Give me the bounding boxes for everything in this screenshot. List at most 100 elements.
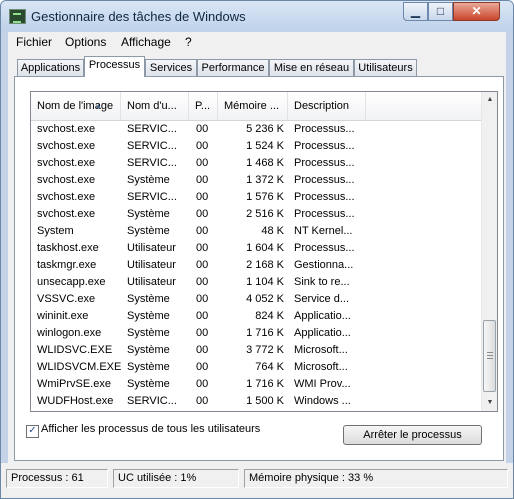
column-header-description[interactable]: Description xyxy=(288,92,366,120)
cell-session: 00 xyxy=(196,276,209,288)
minimize-button[interactable]: ▁ xyxy=(403,2,428,21)
status-bar: Processus : 61 UC utilisée : 1% Mémoire … xyxy=(1,463,513,498)
cell-memory: 1 576 K xyxy=(246,191,284,203)
close-button[interactable]: ✕ xyxy=(453,2,500,21)
table-row[interactable]: unsecapp.exe Utilisateur 00 1 104 K Sink to … xyxy=(31,274,481,291)
cell-memory: 1 716 K xyxy=(246,378,284,390)
table-row[interactable]: svchost.exe SERVIC... 00 1 524 K Processus..… xyxy=(31,138,481,155)
table-row[interactable]: svchost.exe Système 00 2 516 K Processus... xyxy=(31,206,481,223)
cell-session: 00 xyxy=(196,259,209,271)
table-row[interactable]: WmiPrvSE.exe Système 00 1 716 K WMI Prov... xyxy=(31,376,481,393)
table-row[interactable]: winlogon.exe Système 00 1 716 K Applicatio..… xyxy=(31,325,481,342)
cell-description: WMI Prov... xyxy=(294,378,351,390)
table-row[interactable]: WLIDSVC.EXE Système 00 3 772 K Microsoft... xyxy=(31,342,481,359)
table-row[interactable]: WLIDSVCM.EXE Système 00 764 K Microsoft... xyxy=(31,359,481,376)
cell-user-name: Système xyxy=(127,208,170,220)
table-row[interactable]: svchost.exe Système 00 1 372 K Processus... xyxy=(31,172,481,189)
cell-description: Applicatio... xyxy=(294,327,351,339)
column-header-memory[interactable]: Mémoire ... xyxy=(218,92,288,120)
menu-help[interactable]: ? xyxy=(185,35,192,49)
cell-session: 00 xyxy=(196,395,209,407)
cell-memory: 5 236 K xyxy=(246,123,284,135)
cell-image-name: taskhost.exe xyxy=(37,242,99,254)
cell-description: Processus... xyxy=(294,157,355,169)
menu-bar: Fichier Options Affichage ? xyxy=(8,32,506,51)
cell-description: Processus... xyxy=(294,208,355,220)
menu-affichage[interactable]: Affichage xyxy=(121,35,171,49)
cell-description: Microsoft... xyxy=(294,361,348,373)
cell-image-name: unsecapp.exe xyxy=(37,276,106,288)
cell-description: Sink to re... xyxy=(294,276,350,288)
table-row[interactable]: svchost.exe SERVIC... 00 1 576 K Processus..… xyxy=(31,189,481,206)
cell-session: 00 xyxy=(196,344,209,356)
table-row[interactable]: WUDFHost.exe SERVIC... 00 1 500 K Windows ..… xyxy=(31,393,481,410)
cell-memory: 1 372 K xyxy=(246,174,284,186)
cell-user-name: Utilisateur xyxy=(127,242,176,254)
table-row[interactable]: svchost.exe SERVIC... 00 5 236 K Processus..… xyxy=(31,121,481,138)
tab-processus[interactable]: Processus xyxy=(84,56,145,77)
cell-memory: 2 168 K xyxy=(246,259,284,271)
cell-user-name: SERVIC... xyxy=(127,395,177,407)
tab-applications[interactable]: Applications xyxy=(17,59,84,76)
cell-user-name: Système xyxy=(127,361,170,373)
cell-session: 00 xyxy=(196,310,209,322)
tab-utilisateurs[interactable]: Utilisateurs xyxy=(354,59,417,76)
scrollbar-thumb[interactable] xyxy=(483,320,496,392)
cell-description: Processus... xyxy=(294,174,355,186)
table-row[interactable]: VSSVC.exe Système 00 4 052 K Service d... xyxy=(31,291,481,308)
cell-session: 00 xyxy=(196,123,209,135)
sort-ascending-icon: ▲ xyxy=(95,103,102,110)
column-header-session[interactable]: P... xyxy=(189,92,218,120)
table-row[interactable]: svchost.exe SERVIC... 00 1 468 K Processus..… xyxy=(31,155,481,172)
tab-mise-en-reseau[interactable]: Mise en réseau xyxy=(269,59,354,76)
cell-memory: 1 716 K xyxy=(246,327,284,339)
cell-user-name: Système xyxy=(127,310,170,322)
cell-session: 00 xyxy=(196,191,209,203)
cell-memory: 48 K xyxy=(261,225,284,237)
cell-user-name: SERVIC... xyxy=(127,140,177,152)
column-header-user-name[interactable]: Nom d'u... xyxy=(121,92,189,120)
cell-session: 00 xyxy=(196,327,209,339)
table-row[interactable]: wininit.exe Système 00 824 K Applicatio... xyxy=(31,308,481,325)
cell-session: 00 xyxy=(196,361,209,373)
show-all-users-checkbox[interactable]: ✓ xyxy=(26,425,39,438)
menu-fichier[interactable]: Fichier xyxy=(16,35,52,49)
cell-image-name: svchost.exe xyxy=(37,208,96,220)
cell-image-name: svchost.exe xyxy=(37,157,96,169)
cell-image-name: taskmgr.exe xyxy=(37,259,97,271)
scroll-up-arrow-icon[interactable]: ▲ xyxy=(482,92,497,108)
cell-image-name: svchost.exe xyxy=(37,191,96,203)
menu-options[interactable]: Options xyxy=(65,35,106,49)
cell-memory: 1 104 K xyxy=(246,276,284,288)
cell-session: 00 xyxy=(196,208,209,220)
scroll-down-arrow-icon[interactable]: ▼ xyxy=(482,395,497,411)
cell-description: Processus... xyxy=(294,242,355,254)
cell-image-name: svchost.exe xyxy=(37,140,96,152)
status-memory: Mémoire physique : 33 % xyxy=(244,469,508,488)
vertical-scrollbar[interactable]: ▲ ▼ xyxy=(481,92,497,411)
maximize-button[interactable]: □ xyxy=(428,2,453,21)
cell-image-name: VSSVC.exe xyxy=(37,293,96,305)
process-list[interactable]: Nom de l'image ▲ Nom d'u... P... Mémoire… xyxy=(30,91,498,412)
column-header-image-name[interactable]: Nom de l'image ▲ xyxy=(31,92,121,120)
cell-image-name: svchost.exe xyxy=(37,123,96,135)
tab-performance[interactable]: Performance xyxy=(197,59,269,76)
cell-user-name: Système xyxy=(127,327,170,339)
table-row[interactable]: taskhost.exe Utilisateur 00 1 604 K Processu… xyxy=(31,240,481,257)
table-row[interactable]: taskmgr.exe Utilisateur 00 2 168 K Gestionna… xyxy=(31,257,481,274)
cell-description: NT Kernel... xyxy=(294,225,353,237)
cell-image-name: WmiPrvSE.exe xyxy=(37,378,111,390)
cell-image-name: WLIDSVC.EXE xyxy=(37,344,113,356)
cell-memory: 1 500 K xyxy=(246,395,284,407)
cell-session: 00 xyxy=(196,174,209,186)
cell-memory: 764 K xyxy=(255,361,284,373)
status-cpu: UC utilisée : 1% xyxy=(113,469,239,488)
end-process-button[interactable]: Arrêter le processus xyxy=(343,425,482,445)
title-bar[interactable]: Gestionnaire des tâches de Windows ▁ □ ✕ xyxy=(1,1,513,31)
cell-description: Service d... xyxy=(294,293,350,305)
table-row[interactable]: System Système 00 48 K NT Kernel... xyxy=(31,223,481,240)
cell-session: 00 xyxy=(196,293,209,305)
tab-services[interactable]: Services xyxy=(145,59,197,76)
show-all-users-label[interactable]: Afficher les processus de tous les utili… xyxy=(41,423,260,435)
cell-description: Gestionna... xyxy=(294,259,354,271)
